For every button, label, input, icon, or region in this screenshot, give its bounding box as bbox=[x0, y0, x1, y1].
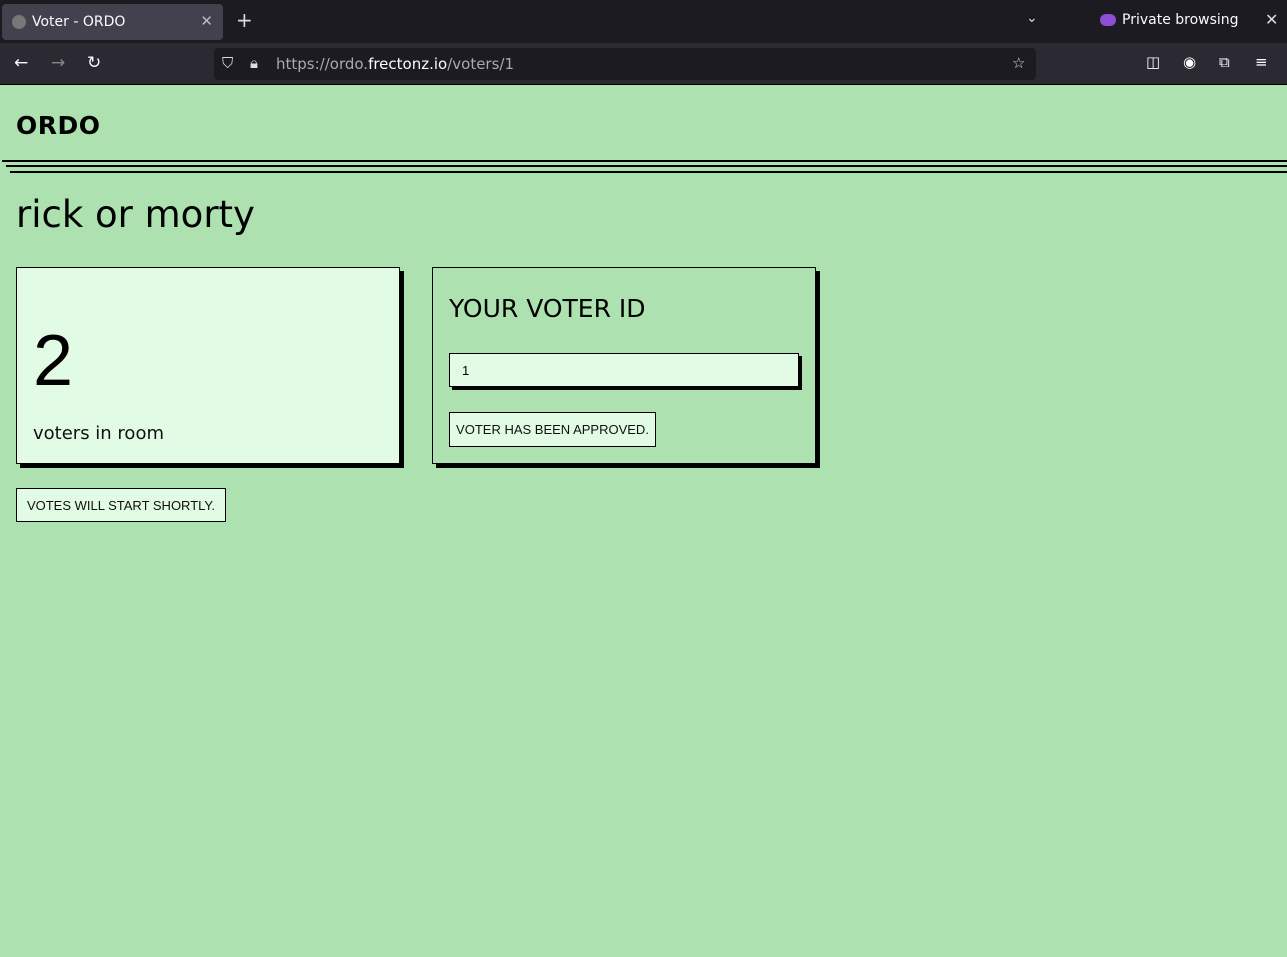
voter-id-card: YOUR VOTER ID 1 VOTER HAS BEEN APPROVED. bbox=[432, 267, 816, 464]
vote-status-badge: VOTES WILL START SHORTLY. bbox=[16, 488, 226, 522]
url-bar[interactable]: ⛉ 🔒︎ https://ordo. frectonz.io/voters/1 ☆ bbox=[214, 48, 1036, 80]
bookmark-star-icon[interactable]: ☆ bbox=[1012, 54, 1025, 72]
tab-voter[interactable]: Voter - ORDO ✕ bbox=[2, 4, 223, 40]
tab-title: Voter - ORDO bbox=[32, 14, 126, 30]
close-window-icon[interactable]: ✕ bbox=[1265, 10, 1278, 29]
voter-count-label: voters in room bbox=[33, 423, 164, 444]
header-divider bbox=[6, 165, 1287, 167]
list-tabs-chevron-icon[interactable]: ⌄ bbox=[1026, 10, 1038, 26]
favicon-icon bbox=[12, 15, 26, 29]
reload-icon[interactable]: ↻ bbox=[87, 53, 101, 73]
shield-icon[interactable]: ⛉ bbox=[222, 54, 233, 72]
close-tab-icon[interactable]: ✕ bbox=[200, 12, 213, 30]
pocket-icon[interactable]: ◫ bbox=[1146, 53, 1160, 71]
account-icon[interactable]: ◉ bbox=[1183, 53, 1196, 71]
voters-count-card: 2 voters in room bbox=[16, 267, 400, 464]
new-tab-button[interactable]: + bbox=[236, 8, 253, 32]
private-mask-icon bbox=[1100, 14, 1116, 26]
voter-status-badge: VOTER HAS BEEN APPROVED. bbox=[449, 412, 656, 447]
nav-toolbar: ← → ↻ ⛉ 🔒︎ https://ordo. frectonz.io/vote… bbox=[0, 43, 1287, 85]
brand-logo[interactable]: ORDO bbox=[16, 111, 101, 140]
tab-bar: Voter - ORDO ✕ + ⌄ Private browsing ✕ bbox=[0, 0, 1287, 43]
forward-icon[interactable]: → bbox=[51, 53, 65, 73]
header-divider bbox=[10, 171, 1287, 173]
url-domain: frectonz.io bbox=[368, 55, 448, 73]
back-icon[interactable]: ← bbox=[14, 53, 28, 73]
url-path: /voters/1 bbox=[447, 55, 515, 73]
menu-icon[interactable]: ≡ bbox=[1255, 53, 1268, 71]
room-title: rick or morty bbox=[16, 193, 255, 236]
url-prefix: https://ordo. bbox=[276, 55, 369, 73]
extensions-icon[interactable]: ⧉ bbox=[1219, 53, 1230, 71]
voter-id-field[interactable]: 1 bbox=[449, 353, 799, 387]
private-label: Private browsing bbox=[1122, 12, 1239, 28]
header-divider bbox=[2, 160, 1287, 162]
voter-id-heading: YOUR VOTER ID bbox=[449, 294, 646, 323]
private-browsing-indicator: Private browsing bbox=[1100, 12, 1239, 28]
lock-icon[interactable]: 🔒︎ bbox=[250, 54, 258, 72]
voter-count: 2 bbox=[33, 321, 74, 401]
